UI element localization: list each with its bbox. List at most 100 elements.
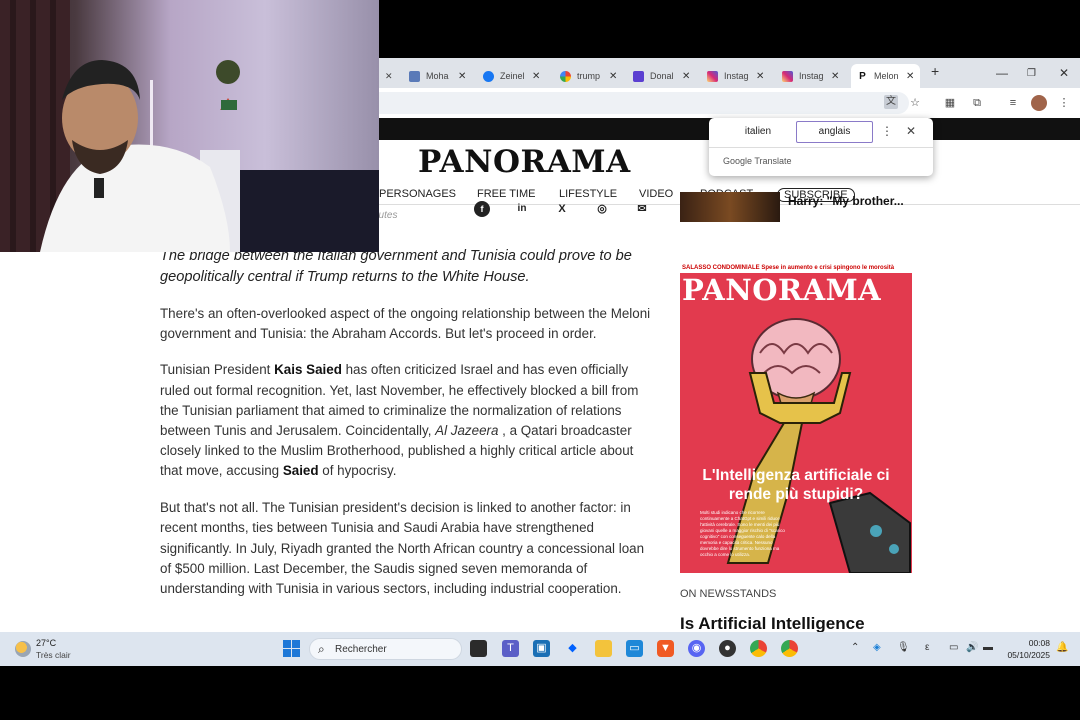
address-bar[interactable]: 文 — [379, 92, 909, 114]
nav-item-video[interactable]: VIDEO — [639, 188, 673, 200]
teams-icon[interactable]: T — [502, 640, 519, 657]
bookmark-star-icon[interactable]: ☆ — [907, 95, 923, 111]
article-paragraph: But that's not all. The Tunisian preside… — [160, 500, 645, 596]
keyboard-layout-icon[interactable]: ε — [925, 642, 929, 653]
windows-start-icon[interactable] — [283, 640, 300, 657]
screen: ✕ Moha ✕ Zeinel ✕ trump ✕ Donal ✕ Instag… — [0, 0, 1080, 720]
more-options-icon[interactable]: ⋮ — [881, 124, 893, 138]
google-icon — [560, 70, 571, 82]
browser-tab-active[interactable]: P Melon ✕ — [851, 64, 921, 88]
puzzle-icon[interactable]: ⧉ — [969, 95, 985, 111]
weather-icon[interactable] — [15, 641, 31, 657]
browser-tab[interactable]: Moha ✕ — [409, 64, 466, 88]
window-close-icon[interactable]: ✕ — [1059, 66, 1069, 80]
translate-source-language[interactable]: italien — [723, 121, 793, 143]
translate-target-language[interactable]: anglais — [796, 121, 873, 143]
avatar[interactable] — [1031, 95, 1047, 111]
brave-icon[interactable]: ▼ — [657, 640, 674, 657]
microphone-icon[interactable]: 🎙 — [897, 642, 910, 653]
instagram-icon — [782, 70, 793, 82]
instagram-icon — [707, 70, 718, 82]
tab-close-icon[interactable]: ✕ — [532, 71, 540, 82]
divider — [709, 147, 933, 148]
file-explorer-icon[interactable] — [595, 640, 612, 657]
discord-icon[interactable]: ◉ — [688, 640, 705, 657]
network-icon[interactable]: ▭ — [949, 642, 958, 653]
cover-headline: L'Intelligenza artificiale ci rende più … — [702, 467, 890, 503]
magazine-cover[interactable]: SALASSO CONDOMINIALE Spese in aumento e … — [680, 263, 912, 573]
tab-close-icon[interactable]: ✕ — [609, 71, 617, 82]
search-placeholder: Rechercher — [335, 644, 387, 655]
chrome-profile-icon[interactable] — [781, 640, 798, 657]
tab-close-icon[interactable]: ✕ — [385, 64, 393, 88]
volume-icon[interactable]: 🔊 — [966, 642, 978, 653]
nav-item-personages[interactable]: PERSONAGES — [379, 188, 456, 200]
browser-tab[interactable]: Donal ✕ — [633, 64, 690, 88]
tab-favicon-t — [633, 70, 644, 82]
cover-blurb: Molti studi indicano che ricorrere conti… — [700, 510, 785, 557]
weather-description[interactable]: Très clair — [36, 650, 71, 660]
facebook-icon — [483, 70, 494, 82]
battery-icon[interactable]: ▬ — [983, 642, 993, 653]
tab-close-icon[interactable]: ✕ — [906, 71, 914, 82]
chevron-up-icon[interactable]: ⌃ — [851, 642, 859, 653]
whatsapp-share-icon[interactable]: ◎ — [594, 201, 610, 217]
outlet-name: Al Jazeera — [435, 423, 499, 439]
tab-close-icon[interactable]: ✕ — [756, 71, 764, 82]
browser-tab-bar: ✕ Moha ✕ Zeinel ✕ trump ✕ Donal ✕ Instag… — [379, 58, 1080, 88]
clock-time: 00:08 — [1028, 638, 1050, 648]
webcam-feed-image — [0, 0, 379, 252]
newsstands-label: ON NEWSSTANDS — [680, 588, 777, 600]
translate-icon[interactable]: 文 — [884, 95, 898, 109]
taskbar: 27°C Très clair ⌕ Rechercher T ▣ ◆ ▭ ▼ ◉… — [0, 632, 1080, 666]
vpn-icon[interactable]: ◈ — [873, 642, 881, 653]
nav-item-lifestyle[interactable]: LIFESTYLE — [559, 188, 617, 200]
dropbox-icon[interactable]: ◆ — [564, 640, 581, 657]
nav-item-free-time[interactable]: FREE TIME — [477, 188, 535, 200]
search-icon: ⌕ — [318, 642, 325, 656]
email-share-icon[interactable]: ✉ — [634, 201, 650, 217]
tab-favicon-generic — [409, 70, 420, 82]
browser-tab[interactable]: Instag ✕ — [707, 64, 764, 88]
browser-tab[interactable]: Zeinel ✕ — [483, 64, 540, 88]
panorama-favicon: P — [857, 70, 868, 82]
linkedin-share-icon[interactable]: in — [514, 201, 530, 217]
browser-tab[interactable]: trump ✕ — [560, 64, 617, 88]
system-clock[interactable]: 00:08 05/10/2025 — [1006, 637, 1050, 661]
restore-icon[interactable]: ❐ — [1027, 68, 1036, 79]
store-icon[interactable]: ▣ — [533, 640, 550, 657]
extension-icon[interactable]: ▦ — [942, 95, 958, 111]
new-tab-button[interactable]: + — [931, 63, 939, 79]
translate-popup: italien anglais ⋮ ✕ Google Translate — [709, 118, 933, 176]
site-logo[interactable]: PANORAMA — [418, 144, 631, 180]
article-body: The bridge between the Italian governmen… — [160, 246, 652, 616]
browser-toolbar: 文 ☆ ▦ ⧉ ≡ ⋮ — [379, 88, 1080, 118]
tab-close-icon[interactable]: ✕ — [458, 71, 466, 82]
webcam-overlay — [0, 0, 379, 252]
notification-icon[interactable]: 🔔 — [1056, 642, 1068, 653]
close-icon[interactable]: ✕ — [906, 124, 916, 138]
minimize-icon[interactable]: — — [996, 66, 1008, 80]
person-name: Kais Saied — [274, 362, 342, 378]
facebook-share-icon[interactable]: f — [474, 201, 490, 217]
chrome-icon[interactable] — [750, 640, 767, 657]
clock-date: 05/10/2025 — [1007, 650, 1050, 660]
remote-desktop-icon[interactable]: ▭ — [626, 640, 643, 657]
article-paragraph: Tunisian President Kais Saied has often … — [160, 362, 639, 479]
app-icon[interactable]: ● — [719, 640, 736, 657]
media-icon[interactable]: ≡ — [1005, 95, 1021, 111]
sidebar-thumbnail[interactable] — [680, 192, 780, 222]
x-share-icon[interactable]: X — [554, 201, 570, 217]
tab-close-icon[interactable]: ✕ — [831, 71, 839, 82]
tab-close-icon[interactable]: ✕ — [682, 71, 690, 82]
sidebar-caption[interactable]: Harry: "My brother... — [788, 194, 918, 208]
person-name: Saied — [282, 463, 319, 479]
task-view-icon[interactable] — [470, 640, 487, 657]
menu-icon[interactable]: ⋮ — [1056, 95, 1072, 111]
browser-tab[interactable]: Instag ✕ — [782, 64, 839, 88]
translate-brand: Google Translate — [723, 156, 792, 166]
article-paragraph: There's an often-overlooked aspect of th… — [160, 305, 651, 341]
taskbar-search[interactable]: ⌕ Rechercher — [309, 638, 462, 660]
weather-temperature[interactable]: 27°C — [36, 638, 56, 648]
sidebar-title[interactable]: Is Artificial Intelligence — [680, 614, 865, 632]
